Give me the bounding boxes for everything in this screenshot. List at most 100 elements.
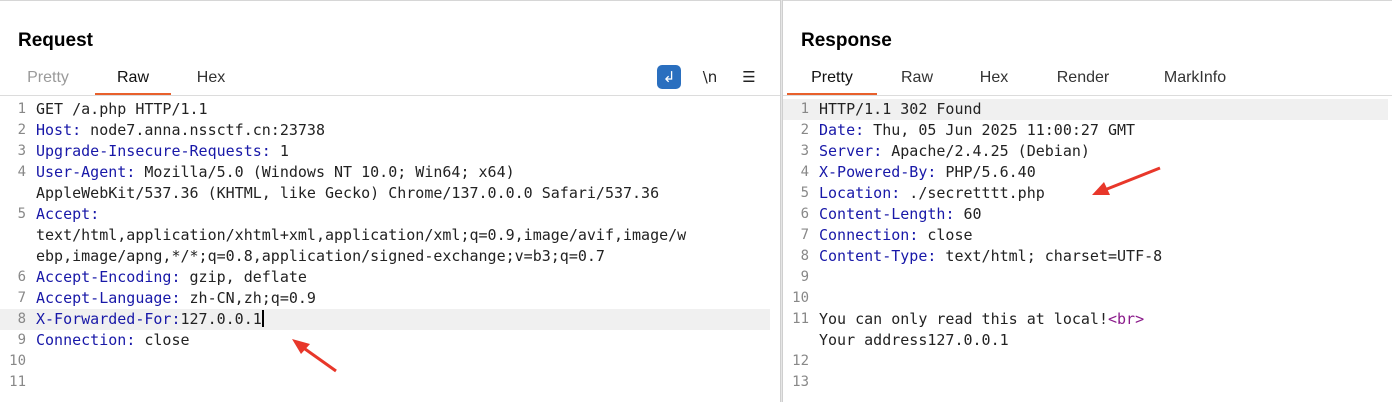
line-number: 11: [9, 374, 26, 390]
header-name: Accept-Encoding: [36, 268, 172, 286]
line-text: X-Forwarded-For:127.0.0.1: [36, 309, 264, 330]
request-tab-hex[interactable]: Hex: [180, 63, 242, 93]
response-tab-pretty[interactable]: Pretty: [787, 63, 877, 96]
response-tab-raw[interactable]: Raw: [883, 63, 951, 93]
header-colon: :: [171, 310, 181, 328]
line-text: Connection: close: [819, 225, 973, 246]
wrap-lines-icon[interactable]: ↲: [657, 65, 681, 89]
line-number: 5: [17, 206, 26, 222]
line-text: Accept:: [36, 204, 99, 225]
line-number: 2: [800, 122, 809, 138]
request-tab-divider: [0, 95, 780, 96]
header-value: Thu, 05 Jun 2025 11:00:27 GMT: [864, 121, 1136, 139]
response-panel: Response Pretty Raw Hex Render MarkInfo …: [783, 0, 1392, 403]
header-colon: :: [855, 121, 865, 139]
code-line: 8 Content-Type: text/html; charset=UTF-8: [783, 246, 1388, 267]
line-text: Host: node7.anna.nssctf.cn:23738: [36, 120, 325, 141]
line-content: GET /a.php HTTP/1.1: [36, 100, 208, 118]
header-colon: :: [90, 205, 100, 223]
line-number: 3: [17, 143, 26, 159]
code-line: 8 X-Forwarded-For:127.0.0.1: [0, 309, 770, 330]
line-number: 7: [17, 290, 26, 306]
request-tab-raw[interactable]: Raw: [95, 63, 171, 96]
line-text: ebp,image/apng,*/*;q=0.8,application/sig…: [36, 246, 605, 267]
newline-toggle-button[interactable]: \n: [698, 65, 722, 89]
line-number: 12: [792, 353, 809, 369]
header-value: 60: [954, 205, 982, 223]
line-text: text/html,application/xhtml+xml,applicat…: [36, 225, 686, 246]
header-colon: :: [126, 331, 136, 349]
response-tab-render[interactable]: Render: [1043, 63, 1123, 93]
header-name: Accept-Language: [36, 289, 172, 307]
line-text: AppleWebKit/537.36 (KHTML, like Gecko) C…: [36, 183, 659, 204]
code-line: 4 User-Agent: Mozilla/5.0 (Windows NT 10.…: [0, 162, 770, 183]
line-text: GET /a.php HTTP/1.1: [36, 99, 208, 120]
line-number: 4: [17, 164, 26, 180]
code-line: ebp,image/apng,*/*;q=0.8,application/sig…: [0, 246, 770, 267]
line-content: HTTP/1.1 302 Found: [819, 100, 982, 118]
line-text: HTTP/1.1 302 Found: [819, 99, 982, 120]
header-name: Connection: [36, 331, 127, 349]
header-colon: :: [126, 163, 136, 181]
menu-icon[interactable]: ☰: [737, 65, 761, 89]
header-name: Connection: [819, 226, 910, 244]
header-colon: :: [873, 142, 883, 160]
code-line: 10: [0, 351, 770, 372]
code-line: 5 Location: ./secretttt.php: [783, 183, 1388, 204]
line-content: AppleWebKit/537.36 (KHTML, like Gecko) C…: [36, 184, 660, 202]
line-text: User-Agent: Mozilla/5.0 (Windows NT 10.0…: [36, 162, 515, 183]
header-value: 127.0.0.1: [180, 310, 262, 328]
code-line: 2 Date: Thu, 05 Jun 2025 11:00:27 GMT: [783, 120, 1388, 141]
code-line: Your address127.0.0.1: [783, 330, 1388, 351]
line-text: Date: Thu, 05 Jun 2025 11:00:27 GMT: [819, 120, 1135, 141]
line-text: Server: Apache/2.4.25 (Debian): [819, 141, 1090, 162]
line-number: 2: [17, 122, 26, 138]
response-title: Response: [801, 30, 892, 51]
header-value: node7.anna.nssctf.cn:23738: [81, 121, 325, 139]
response-tab-hex[interactable]: Hex: [963, 63, 1025, 93]
line-text: Accept-Language: zh-CN,zh;q=0.9: [36, 288, 316, 309]
header-name: Content-Type: [819, 247, 928, 265]
line-text: Upgrade-Insecure-Requests: 1: [36, 141, 289, 162]
header-value: close: [918, 226, 973, 244]
code-line: 6 Content-Length: 60: [783, 204, 1388, 225]
response-tab-markinfo[interactable]: MarkInfo: [1145, 63, 1245, 93]
line-text: Accept-Encoding: gzip, deflate: [36, 267, 307, 288]
line-number: 8: [800, 248, 809, 264]
line-text: Content-Type: text/html; charset=UTF-8: [819, 246, 1162, 267]
line-number: 10: [792, 290, 809, 306]
line-number: 6: [800, 206, 809, 222]
response-editor[interactable]: 1 HTTP/1.1 302 Found 2 Date: Thu, 05 Jun 20…: [783, 99, 1388, 393]
header-value: text/html; charset=UTF-8: [936, 247, 1163, 265]
line-text: Your address127.0.0.1: [819, 330, 1009, 351]
code-line: text/html,application/xhtml+xml,applicat…: [0, 225, 770, 246]
code-line: 4 X-Powered-By: PHP/5.6.40: [783, 162, 1388, 183]
header-value: ./secretttt.php: [900, 184, 1045, 202]
line-text: Content-Length: 60: [819, 204, 982, 225]
html-tag: <br>: [1107, 310, 1145, 328]
header-colon: :: [909, 226, 919, 244]
header-name: Location: [819, 184, 892, 202]
code-line: 11: [0, 372, 770, 393]
line-number: 6: [17, 269, 26, 285]
line-number: 13: [792, 374, 809, 390]
code-line: 3 Upgrade-Insecure-Requests: 1: [0, 141, 770, 162]
code-line: 9: [783, 267, 1388, 288]
header-name: Date: [819, 121, 856, 139]
line-content: Your address127.0.0.1: [819, 331, 1009, 349]
header-value: zh-CN,zh;q=0.9: [180, 289, 316, 307]
line-content: text/html,application/xhtml+xml,applicat…: [36, 226, 687, 244]
header-name: X-Forwarded-For: [36, 310, 172, 328]
line-number: 1: [800, 101, 809, 117]
line-content: You can only read this at local!: [819, 310, 1108, 328]
header-name: User-Agent: [36, 163, 127, 181]
header-value: 1: [270, 142, 289, 160]
header-name: Upgrade-Insecure-Requests: [36, 142, 262, 160]
header-value: Apache/2.4.25 (Debian): [882, 142, 1090, 160]
response-tabs: Pretty Raw Hex Render MarkInfo: [783, 63, 1392, 96]
request-tab-pretty[interactable]: Pretty: [14, 63, 82, 93]
line-number: 11: [792, 311, 809, 327]
annotation-arrow-response: [1092, 166, 1161, 195]
request-editor[interactable]: 1 GET /a.php HTTP/1.1 2 Host: node7.anna.ns…: [0, 99, 770, 393]
code-line: 6 Accept-Encoding: gzip, deflate: [0, 267, 770, 288]
